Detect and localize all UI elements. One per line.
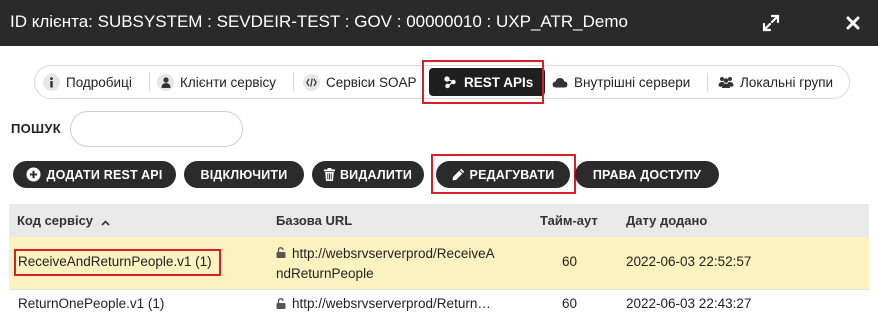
trash-icon	[323, 168, 335, 181]
column-header-timeout[interactable]: Тайм-аут	[540, 213, 598, 228]
tab-service-clients[interactable]: Клієнти сервісу	[157, 66, 276, 98]
code-icon	[303, 73, 320, 91]
base-url-cell: http://websrvserverprod/ReceiveA ndRetur…	[276, 244, 495, 284]
table-header: Код сервісу Базова URL Тайм-аут Дату дод…	[9, 204, 869, 237]
plus-circle-icon	[26, 167, 41, 182]
dialog-titlebar: ID клієнта: SUBSYSTEM : SEVDEIR-TEST : G…	[0, 0, 878, 46]
disable-label: ВІДКЛЮЧИТИ	[200, 167, 288, 182]
disable-button[interactable]: ВІДКЛЮЧИТИ	[184, 161, 304, 188]
access-rights-button[interactable]: ПРАВА ДОСТУПУ	[575, 161, 719, 188]
tab-details[interactable]: Подробиці	[43, 66, 132, 98]
add-rest-api-label: ДОДАТИ REST API	[46, 167, 163, 182]
delete-label: ВИДАЛИТИ	[339, 167, 413, 182]
user-icon	[157, 73, 174, 91]
tab-service-clients-label: Клієнти сервісу	[180, 74, 276, 90]
service-code-link[interactable]: ReturnOnePeople.v1 (1)	[18, 296, 164, 311]
column-header-base-url[interactable]: Базова URL	[276, 213, 352, 228]
caret-up-icon	[101, 214, 110, 229]
highlight-frame-edit	[431, 154, 576, 194]
tab-internal-servers-label: Внутрішні сервери	[574, 74, 691, 90]
tab-divider	[293, 73, 294, 91]
timeout-value: 60	[562, 296, 578, 311]
expand-icon[interactable]	[756, 8, 786, 38]
highlight-frame-rest-apis	[422, 60, 544, 104]
search-label: ПОШУК	[11, 121, 62, 136]
base-url-line-2: ndReturnPeople	[276, 266, 374, 282]
base-url-line-1: http://websrvserverprod/Return…	[292, 296, 491, 311]
search-input[interactable]	[70, 111, 243, 147]
delete-button[interactable]: ВИДАЛИТИ	[312, 161, 424, 188]
info-icon	[43, 73, 60, 91]
cloud-icon	[551, 74, 568, 91]
base-url-cell: http://websrvserverprod/Return…	[276, 296, 491, 312]
tab-internal-servers[interactable]: Внутрішні сервери	[551, 66, 690, 98]
access-rights-label: ПРАВА ДОСТУПУ	[592, 167, 702, 182]
date-added-value: 2022-06-03 22:43:27	[626, 296, 752, 311]
column-service-code-label: Код сервісу	[17, 213, 94, 228]
table-row[interactable]: ReturnOnePeople.v1 (1) http://websrvserv…	[9, 289, 869, 322]
column-header-service-code[interactable]: Код сервісу	[17, 213, 110, 229]
add-rest-api-button[interactable]: ДОДАТИ REST API	[13, 161, 176, 188]
tab-soap-services-label: Сервіси SOAP	[326, 74, 417, 90]
tab-divider	[707, 73, 708, 91]
tab-local-groups-label: Локальні групи	[740, 74, 834, 90]
dialog-title: ID клієнта: SUBSYSTEM : SEVDEIR-TEST : G…	[10, 12, 628, 31]
group-icon	[717, 74, 734, 91]
date-added-value: 2022-06-03 22:52:57	[626, 254, 752, 269]
unlock-icon	[276, 297, 286, 312]
highlight-frame-row	[14, 249, 221, 276]
tab-soap-services[interactable]: Сервіси SOAP	[303, 66, 417, 98]
tab-details-label: Подробиці	[66, 74, 132, 90]
close-icon[interactable]	[838, 8, 868, 38]
base-url-line-1: http://websrvserverprod/ReceiveA	[292, 246, 495, 261]
unlock-icon	[276, 244, 286, 264]
tab-local-groups[interactable]: Локальні групи	[717, 66, 833, 98]
column-header-date-added[interactable]: Дату додано	[626, 213, 707, 228]
tab-divider	[149, 73, 150, 91]
timeout-value: 60	[562, 254, 578, 269]
